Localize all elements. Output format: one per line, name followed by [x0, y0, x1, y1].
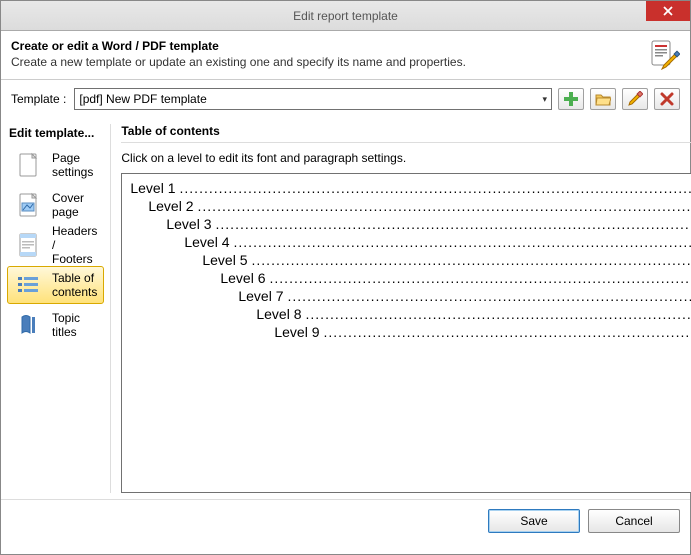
sidebar-item-page-settings[interactable]: Page settings: [7, 146, 104, 184]
sidebar-item-label: Cover page: [52, 191, 97, 219]
toc-dots: [306, 306, 691, 322]
header-description: Create a new template or update an exist…: [11, 55, 680, 69]
toc-label: Level 6: [220, 270, 269, 286]
template-edit-icon: [648, 39, 680, 74]
delete-icon: [659, 91, 675, 107]
template-row: Template : [pdf] New PDF template ▾: [1, 80, 690, 118]
save-button[interactable]: Save: [488, 509, 580, 533]
toc-level-3[interactable]: Level 3 123: [130, 216, 691, 232]
toc-level-4[interactable]: Level 4 123: [130, 234, 691, 250]
toc-label: Level 8: [256, 306, 305, 322]
sidebar-item-label: Table of contents: [52, 271, 97, 299]
delete-template-button[interactable]: [654, 88, 680, 110]
toc-dots: [288, 288, 691, 304]
template-select[interactable]: [pdf] New PDF template ▾: [74, 88, 552, 110]
toc-level-8[interactable]: Level 8 123: [130, 306, 691, 322]
toc-dots: [252, 252, 691, 268]
save-button-label: Save: [520, 514, 547, 528]
title-bar: Edit report template: [1, 1, 690, 31]
pencil-icon: [627, 91, 643, 107]
header-panel: Create or edit a Word / PDF template Cre…: [1, 31, 690, 80]
toc-label: Level 5: [202, 252, 251, 268]
open-template-button[interactable]: [590, 88, 616, 110]
headers-footers-icon: [14, 231, 42, 259]
toc-dots: [216, 216, 691, 232]
close-icon: [663, 6, 673, 16]
cover-page-icon: [14, 191, 42, 219]
toc-label: Level 1: [130, 180, 179, 196]
cancel-button[interactable]: Cancel: [588, 509, 680, 533]
window-title: Edit report template: [293, 9, 398, 23]
content-title: Table of contents: [121, 124, 691, 143]
footer: Save Cancel: [1, 499, 690, 541]
toc-dots: [324, 324, 691, 340]
edit-template-button[interactable]: [622, 88, 648, 110]
table-of-contents-icon: [14, 271, 42, 299]
template-selected-value: [pdf] New PDF template: [79, 92, 206, 106]
plus-icon: [563, 91, 579, 107]
sidebar-title: Edit template...: [7, 124, 104, 146]
sidebar-item-label: Page settings: [52, 151, 97, 179]
sidebar: Edit template... Page settings Cover pag…: [1, 118, 110, 499]
toc-label: Level 9: [274, 324, 323, 340]
sidebar-item-topic-titles[interactable]: Topic titles: [7, 306, 104, 344]
toc-box: Level 1 123 Level 2 123 Level 3 123 Level 4…: [121, 173, 691, 493]
toc-dots: [270, 270, 691, 286]
sidebar-item-table-of-contents[interactable]: Table of contents: [7, 266, 104, 304]
close-button[interactable]: [646, 1, 690, 21]
new-template-button[interactable]: [558, 88, 584, 110]
toc-dots: [180, 180, 691, 196]
content-hint: Click on a level to edit its font and pa…: [121, 151, 691, 165]
topic-titles-icon: [14, 311, 42, 339]
header-title: Create or edit a Word / PDF template: [11, 39, 680, 53]
cancel-button-label: Cancel: [615, 514, 652, 528]
toc-label: Level 2: [148, 198, 197, 214]
sidebar-item-label: Headers / Footers: [52, 224, 97, 266]
toc-level-9[interactable]: Level 9 123: [130, 324, 691, 340]
sidebar-item-label: Topic titles: [52, 311, 97, 339]
sidebar-item-headers-footers[interactable]: Headers / Footers: [7, 226, 104, 264]
toc-label: Level 3: [166, 216, 215, 232]
toc-level-1[interactable]: Level 1 123: [130, 180, 691, 196]
toc-dots: [234, 234, 691, 250]
toc-dots: [198, 198, 691, 214]
toc-label: Level 4: [184, 234, 233, 250]
sidebar-item-cover-page[interactable]: Cover page: [7, 186, 104, 224]
page-settings-icon: [14, 151, 42, 179]
toc-level-5[interactable]: Level 5 123: [130, 252, 691, 268]
main-area: Edit template... Page settings Cover pag…: [1, 118, 690, 499]
toc-level-7[interactable]: Level 7 123: [130, 288, 691, 304]
template-label: Template :: [11, 92, 66, 106]
toc-level-6[interactable]: Level 6 123: [130, 270, 691, 286]
toc-level-2[interactable]: Level 2 123: [130, 198, 691, 214]
folder-icon: [595, 91, 611, 107]
toc-label: Level 7: [238, 288, 287, 304]
chevron-down-icon: ▾: [542, 94, 547, 105]
content-panel: Table of contents Click on a level to ed…: [111, 118, 691, 499]
